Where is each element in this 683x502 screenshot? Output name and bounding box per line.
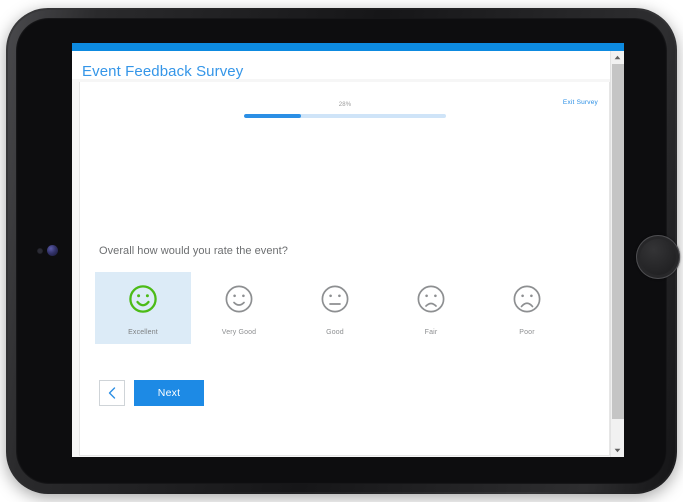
scroll-up-button[interactable] [611,51,624,64]
rating-option-label: Fair [424,329,438,336]
rating-option-good[interactable]: Good [287,272,383,344]
camera-icon [37,248,43,254]
home-button[interactable] [636,235,680,279]
smile-face-icon [225,285,253,313]
scroll-down-button[interactable] [611,444,624,457]
page-title: Event Feedback Survey [82,63,244,80]
smile-big-face-icon [129,285,157,313]
rating-option-label: Excellent [128,329,158,336]
page-body: 28% Exit Survey Overall how would you ra… [72,79,610,457]
rating-option-label: Good [326,329,344,336]
frown-deep-face-icon [513,285,541,313]
sensor-icon [47,245,58,256]
scrollbar-thumb[interactable] [612,64,624,419]
chevron-up-icon [614,55,621,60]
question-text: Overall how would you rate the event? [99,245,288,257]
vertical-scrollbar[interactable] [610,51,624,457]
rating-face-wrapper [128,284,158,319]
tablet-device-frame: Event Feedback Survey 28% Exit Survey Ov… [6,8,680,494]
survey-progress: 28% [244,102,446,122]
rating-options-group: Excellent Very Good Good Fair Poor [95,272,595,350]
rating-face-wrapper [224,284,254,319]
rating-face-wrapper [512,284,542,319]
neutral-face-icon [321,285,349,313]
chevron-left-icon [108,387,116,399]
next-button[interactable]: Next [134,380,204,406]
app-top-bar [72,43,624,51]
rating-face-wrapper [320,284,350,319]
frown-face-icon [417,285,445,313]
back-button[interactable] [99,380,125,406]
rating-option-label: Very Good [221,329,257,336]
navigation-buttons: Next [99,380,204,406]
exit-survey-link[interactable]: Exit Survey [563,99,598,106]
progress-percent-label: 28% [338,102,352,108]
rating-option-label: Poor [519,329,535,336]
survey-card: 28% Exit Survey Overall how would you ra… [79,82,610,456]
progress-fill [244,114,301,118]
rating-face-wrapper [416,284,446,319]
rating-option-excellent[interactable]: Excellent [95,272,191,344]
title-band: Event Feedback Survey [72,51,610,80]
rating-option-poor[interactable]: Poor [479,272,575,344]
rating-option-fair[interactable]: Fair [383,272,479,344]
progress-row: 28% Exit Survey [80,82,609,128]
progress-track [244,114,446,118]
rating-option-very-good[interactable]: Very Good [191,272,287,344]
chevron-down-icon [614,448,621,453]
tablet-screen: Event Feedback Survey 28% Exit Survey Ov… [72,43,624,457]
